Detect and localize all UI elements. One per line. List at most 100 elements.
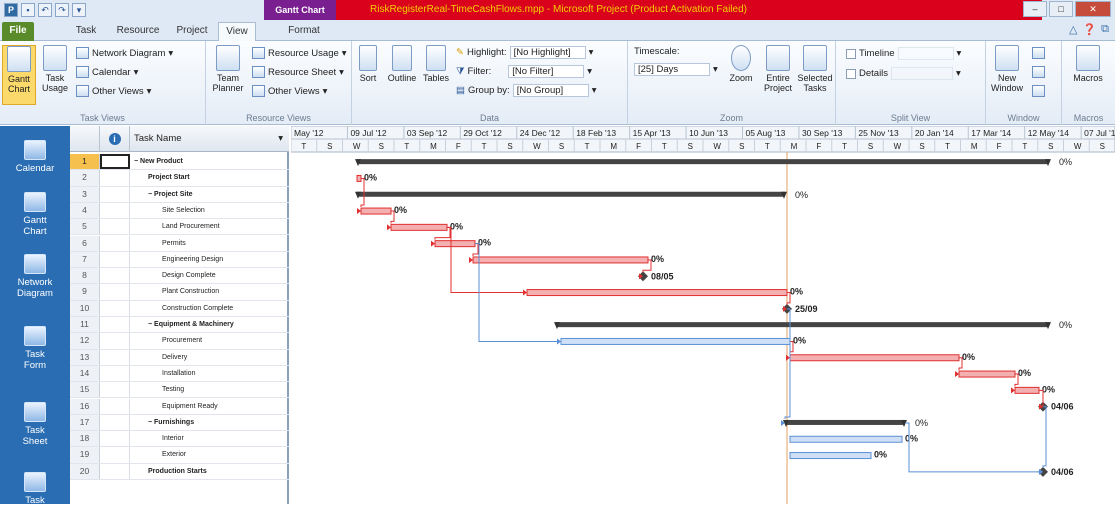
sidebar-item-task[interactable]: Task <box>0 472 70 506</box>
indicators-header[interactable]: i <box>100 126 130 152</box>
table-row[interactable]: 10 Construction Complete <box>70 300 289 317</box>
row-id[interactable]: 18 <box>70 431 100 447</box>
task-name-cell[interactable]: − Project Site <box>130 187 289 202</box>
tab-resource[interactable]: Resource <box>114 22 162 41</box>
row-indicator[interactable] <box>100 284 130 300</box>
task-name-cell[interactable]: Testing <box>130 382 289 397</box>
hide-icon[interactable] <box>1032 85 1045 97</box>
row-indicator[interactable] <box>100 251 130 268</box>
table-row[interactable]: 14 Installation <box>70 365 289 383</box>
zoom-button[interactable]: Zoom <box>724 45 758 105</box>
row-id[interactable]: 5 <box>70 219 100 235</box>
task-name-cell[interactable]: Plant Construction <box>130 284 289 299</box>
tab-project[interactable]: Project <box>172 22 212 41</box>
filter-control[interactable]: ⧩ Filter: [No Filter] ▾ <box>456 65 592 78</box>
row-id[interactable]: 3 <box>70 186 100 202</box>
sort-button[interactable]: Sort <box>354 45 382 105</box>
table-row[interactable]: 16 Equipment Ready <box>70 398 289 415</box>
minimize-button[interactable]: – <box>1023 1 1047 17</box>
row-indicator[interactable] <box>100 463 130 479</box>
tab-format[interactable]: Format <box>280 22 328 41</box>
row-id[interactable]: 20 <box>70 463 100 479</box>
task-name-cell[interactable]: − Furnishings <box>130 415 289 430</box>
table-row[interactable]: 6 Permits <box>70 235 289 252</box>
arrange-icon[interactable] <box>1032 47 1045 59</box>
task-name-cell[interactable]: Project Start <box>130 170 289 185</box>
row-id[interactable]: 14 <box>70 365 100 382</box>
timeline-dropdown[interactable] <box>897 47 954 60</box>
row-indicator[interactable] <box>100 382 130 398</box>
calendar-button[interactable]: Calendar ▾ <box>76 66 138 78</box>
row-indicator[interactable] <box>100 154 130 170</box>
timescale-dropdown[interactable]: [25] Days <box>634 63 710 76</box>
row-id[interactable]: 13 <box>70 349 100 365</box>
switch-windows-icon[interactable] <box>1032 66 1045 78</box>
help-icon[interactable]: ❓ <box>1082 23 1096 36</box>
row-indicator[interactable] <box>100 235 130 251</box>
group-by-dropdown[interactable]: [No Group] <box>512 84 589 97</box>
table-row[interactable]: 7 Engineering Design <box>70 251 289 269</box>
task-name-cell[interactable]: Procurement <box>130 333 289 348</box>
table-row[interactable]: 19 Exterior <box>70 447 289 464</box>
task-name-cell[interactable]: Design Complete <box>130 268 289 283</box>
table-row[interactable]: 2 Project Start <box>70 170 289 187</box>
customize-qat-icon[interactable]: ▾ <box>72 3 86 17</box>
row-indicator[interactable] <box>100 414 130 431</box>
select-all-corner[interactable] <box>70 126 100 152</box>
project-app-icon[interactable]: P <box>4 3 18 17</box>
resource-usage-button[interactable]: Resource Usage ▾ <box>252 47 347 59</box>
table-row[interactable]: 4 Site Selection <box>70 202 289 220</box>
row-id[interactable]: 9 <box>70 284 100 300</box>
resource-sheet-button[interactable]: Resource Sheet ▾ <box>252 66 344 78</box>
other-views-button[interactable]: Other Views ▾ <box>76 85 151 97</box>
sidebar-item-network-diagram[interactable]: Network Diagram <box>0 254 70 299</box>
tab-file[interactable]: File <box>2 22 34 41</box>
details-checkbox[interactable]: Details ▾ <box>846 67 961 80</box>
network-diagram-button[interactable]: Network Diagram ▾ <box>76 47 173 59</box>
selected-tasks-button[interactable]: Selected Tasks <box>796 45 834 105</box>
task-name-cell[interactable]: Delivery <box>130 350 289 365</box>
table-row[interactable]: 5 Land Procurement <box>70 219 289 236</box>
timeline-check[interactable] <box>846 48 856 59</box>
tab-task[interactable]: Task <box>70 22 102 41</box>
entire-project-button[interactable]: Entire Project <box>760 45 796 105</box>
row-indicator[interactable] <box>100 447 130 463</box>
row-id[interactable]: 10 <box>70 300 100 316</box>
row-indicator[interactable] <box>100 202 130 219</box>
window-options-icon[interactable]: ⧉ <box>1101 23 1109 36</box>
outline-button[interactable]: Outline <box>384 45 420 105</box>
table-row[interactable]: 12 Procurement <box>70 333 289 350</box>
tables-button[interactable]: Tables <box>420 45 452 105</box>
row-id[interactable]: 16 <box>70 398 100 414</box>
table-row[interactable]: 15 Testing <box>70 382 289 399</box>
row-id[interactable]: 4 <box>70 202 100 219</box>
table-row[interactable]: 1 − New Product <box>70 154 289 171</box>
undo-icon[interactable]: ↶ <box>38 3 52 17</box>
timeline-checkbox[interactable]: Timeline ▾ <box>846 47 961 60</box>
task-name-cell[interactable]: Construction Complete <box>130 301 289 316</box>
team-planner-button[interactable]: Team Planner <box>208 45 248 105</box>
row-indicator[interactable] <box>100 186 130 202</box>
task-name-cell[interactable]: Permits <box>130 236 289 251</box>
task-name-cell[interactable]: Site Selection <box>130 203 289 218</box>
highlight-control[interactable]: ✎ Highlight: [No Highlight] ▾ <box>456 46 593 59</box>
row-id[interactable]: 2 <box>70 170 100 186</box>
new-window-button[interactable]: New Window <box>988 45 1026 105</box>
gantt-chart-button[interactable]: Gantt Chart <box>2 45 36 105</box>
row-indicator[interactable] <box>100 317 130 333</box>
row-id[interactable]: 8 <box>70 268 100 284</box>
highlight-dropdown[interactable]: [No Highlight] <box>509 46 586 59</box>
tab-view[interactable]: View <box>218 22 256 41</box>
row-id[interactable]: 19 <box>70 447 100 463</box>
row-indicator[interactable] <box>100 219 130 235</box>
task-name-cell[interactable]: Equipment Ready <box>130 399 289 414</box>
maximize-button[interactable]: □ <box>1049 1 1073 17</box>
close-button[interactable]: ✕ <box>1075 1 1111 17</box>
task-name-cell[interactable]: Exterior <box>130 447 289 462</box>
row-indicator[interactable] <box>100 398 130 414</box>
sidebar-item-calendar[interactable]: Calendar <box>0 140 70 174</box>
task-name-cell[interactable]: − Equipment & Machinery <box>130 317 289 332</box>
table-row[interactable]: 13 Delivery <box>70 349 289 366</box>
task-name-cell[interactable]: Land Procurement <box>130 219 289 234</box>
row-indicator[interactable] <box>100 300 130 316</box>
